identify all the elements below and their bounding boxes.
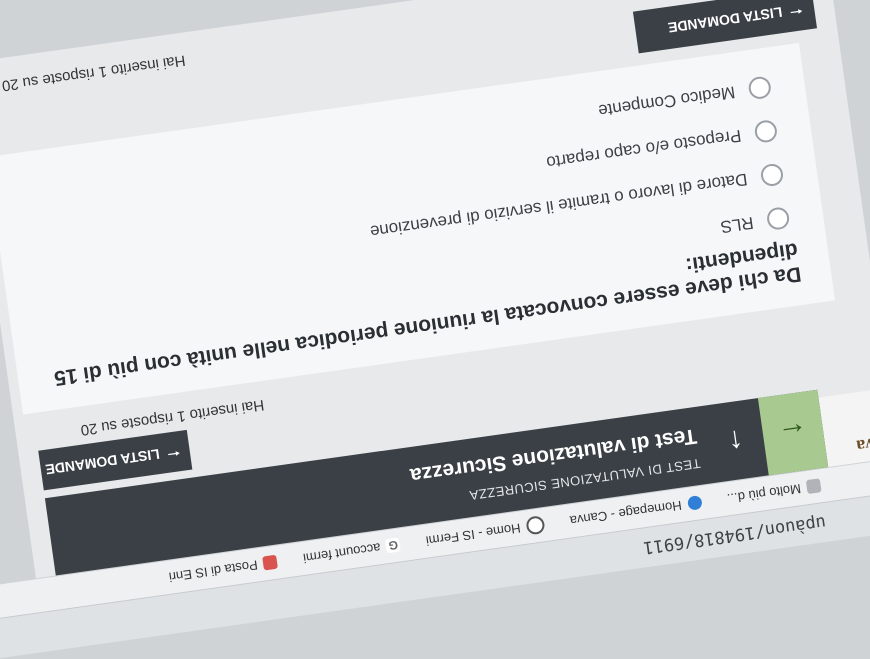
question-card: Da chi deve essere convocata la riunione… <box>0 42 836 415</box>
arrow-left-icon: 🠐 <box>789 3 804 21</box>
mail-icon <box>262 555 279 571</box>
radio-button[interactable] <box>747 75 773 101</box>
bookmark-molto[interactable]: Molto più d... <box>726 478 822 506</box>
option-medico[interactable]: Medico Compente <box>597 75 773 121</box>
up-button[interactable]: ↑ <box>702 398 768 483</box>
back-button[interactable]: ← <box>757 389 829 476</box>
google-icon: G <box>385 537 402 554</box>
option-rls[interactable]: RLS <box>719 206 791 237</box>
arrow-left-icon: ← <box>775 414 811 452</box>
arrow-up-icon: ↑ <box>725 423 746 459</box>
radio-button[interactable] <box>765 206 791 231</box>
answered-count-bottom: Hai inserito 1 risposte su 20 <box>0 51 187 95</box>
page-stage: upàuon/194818/6911 Molto più d... Homepa… <box>0 0 870 659</box>
arrow-left-icon: 🠐 <box>166 445 182 463</box>
radio-button[interactable] <box>753 118 779 144</box>
question-text: Da chi deve essere convocata la riunione… <box>52 238 803 390</box>
option-preposto[interactable]: Preposto e/o capo reparto <box>545 118 779 173</box>
page-icon <box>805 478 822 495</box>
globe-icon <box>525 515 546 536</box>
bookmark-posta[interactable]: Posta di IS Enri <box>168 555 279 585</box>
canva-icon <box>686 495 703 512</box>
radio-button[interactable] <box>759 162 785 188</box>
bookmark-account-fermi[interactable]: G account fermi <box>302 537 402 566</box>
